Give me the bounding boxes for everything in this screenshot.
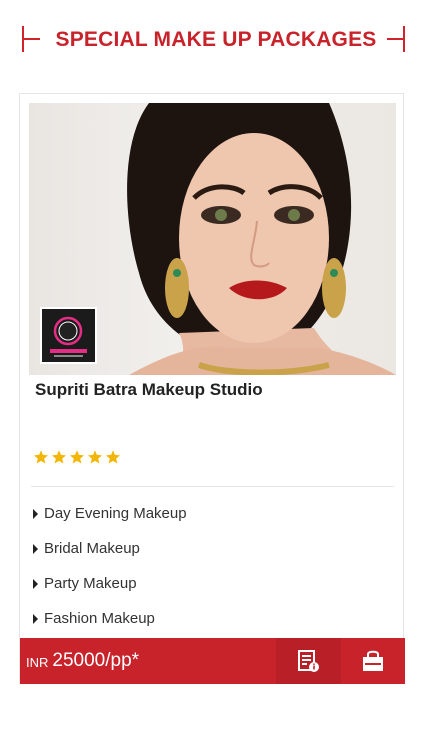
feature-label: Day Evening Makeup: [44, 504, 187, 522]
feature-label: Fashion Makeup: [44, 609, 155, 627]
package-card[interactable]: Supriti Batra Makeup Studio Day Evening …: [19, 93, 405, 684]
section-header: SPECIAL MAKE UP PACKAGES: [0, 22, 422, 58]
feature-item: Bridal Makeup: [33, 531, 187, 566]
star-icon: [106, 450, 120, 464]
feature-label: Bridal Makeup: [44, 539, 140, 557]
divider: [31, 486, 394, 487]
add-to-cart-button[interactable]: [340, 638, 405, 684]
card-footer: INR 25000/pp*: [20, 638, 405, 684]
document-info-icon: [298, 650, 320, 672]
star-icon: [70, 450, 84, 464]
caret-right-icon: [33, 508, 38, 519]
feature-list: Day Evening Makeup Bridal Makeup Party M…: [33, 496, 187, 636]
caret-right-icon: [33, 578, 38, 589]
shopping-bag-icon: [362, 650, 383, 671]
rating-stars: [33, 449, 121, 469]
caret-right-icon: [33, 613, 38, 624]
model-photo[interactable]: [29, 103, 396, 375]
section-title: SPECIAL MAKE UP PACKAGES: [55, 28, 377, 51]
studio-logo-icon: [50, 316, 87, 357]
feature-item: Party Makeup: [33, 566, 187, 601]
studio-name[interactable]: Supriti Batra Makeup Studio: [35, 380, 263, 400]
price-tag: INR 25000/pp*: [20, 638, 276, 684]
star-icon: [34, 450, 48, 464]
caret-right-icon: [33, 543, 38, 554]
feature-item: Day Evening Makeup: [33, 496, 187, 531]
feature-label: Party Makeup: [44, 574, 137, 592]
header-bracket-right: [385, 26, 405, 52]
header-bracket-left: [22, 26, 42, 52]
price-amount: 25000/pp*: [52, 650, 140, 671]
details-button[interactable]: [276, 638, 341, 684]
star-icon: [88, 450, 102, 464]
studio-logo: [40, 307, 97, 364]
feature-item: Fashion Makeup: [33, 601, 187, 636]
price-currency: INR: [26, 655, 49, 670]
star-icon: [52, 450, 66, 464]
